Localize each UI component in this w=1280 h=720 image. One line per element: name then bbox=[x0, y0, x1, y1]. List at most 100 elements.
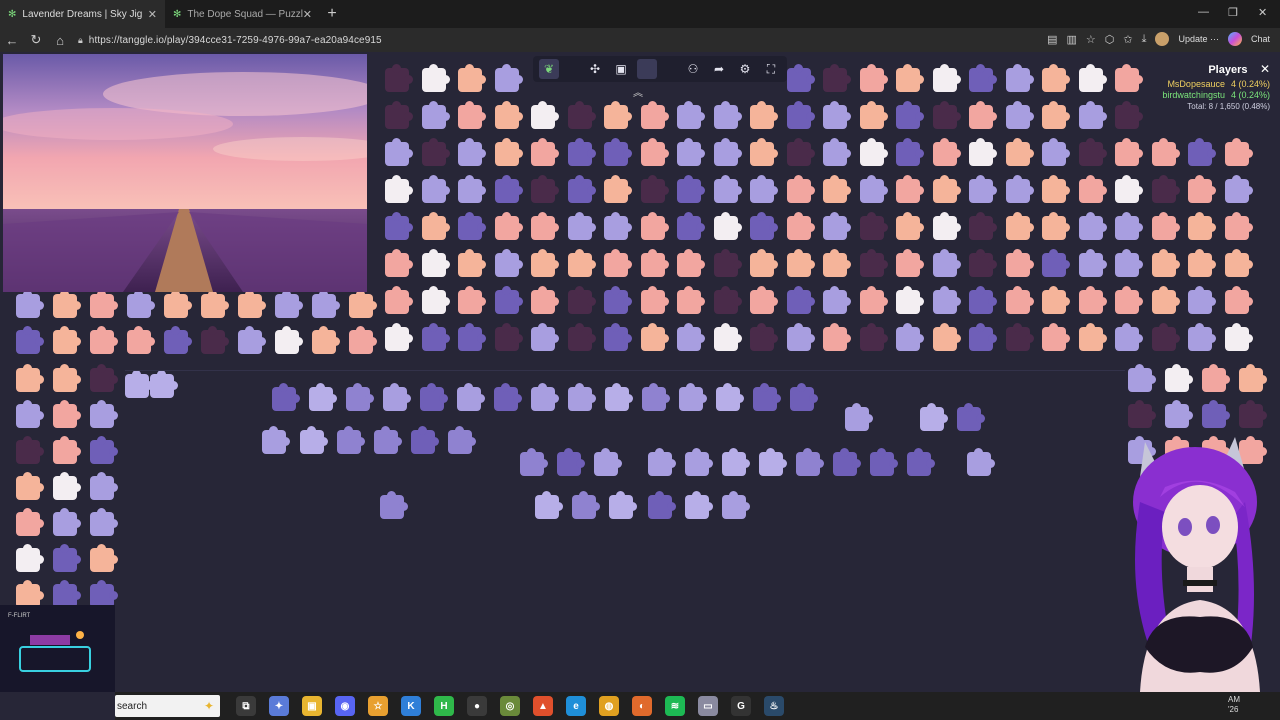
puzzle-piece[interactable] bbox=[374, 426, 402, 454]
puzzle-piece[interactable] bbox=[1115, 212, 1143, 240]
puzzle-piece[interactable] bbox=[275, 290, 303, 318]
puzzle-piece[interactable] bbox=[1165, 364, 1193, 392]
puzzle-piece[interactable] bbox=[494, 212, 523, 240]
puzzle-piece[interactable] bbox=[932, 175, 961, 203]
puzzle-piece[interactable] bbox=[421, 101, 450, 129]
puzzle-piece[interactable] bbox=[458, 323, 486, 351]
puzzle-piece[interactable] bbox=[604, 323, 632, 351]
puzzle-piece[interactable] bbox=[604, 138, 632, 166]
puzzle-piece[interactable] bbox=[713, 286, 742, 314]
puzzle-piece[interactable] bbox=[1188, 138, 1216, 166]
puzzle-piece[interactable] bbox=[896, 138, 924, 166]
copilot-icon[interactable]: ✦ bbox=[269, 696, 289, 716]
blank-icon[interactable] bbox=[637, 59, 657, 79]
puzzle-piece[interactable] bbox=[896, 101, 924, 129]
browser-tab-inactive[interactable]: ✻ The Dope Squad — Puzzles ✕ bbox=[165, 0, 320, 28]
puzzle-piece[interactable] bbox=[786, 101, 815, 129]
close-window-icon[interactable]: ✕ bbox=[1258, 6, 1267, 19]
puzzle-piece[interactable] bbox=[238, 326, 266, 354]
puzzle-piece[interactable] bbox=[1128, 364, 1156, 392]
puzzle-piece[interactable] bbox=[1224, 249, 1253, 277]
puzzle-piece[interactable] bbox=[421, 175, 450, 203]
puzzle-piece[interactable] bbox=[677, 175, 705, 203]
puzzle-piece[interactable] bbox=[349, 290, 377, 318]
puzzle-piece[interactable] bbox=[932, 212, 961, 240]
puzzle-piece[interactable] bbox=[421, 286, 450, 314]
puzzle-piece[interactable] bbox=[312, 326, 340, 354]
puzzle-piece[interactable] bbox=[640, 212, 669, 240]
puzzle-piece[interactable] bbox=[786, 323, 815, 351]
puzzle-piece[interactable] bbox=[458, 249, 486, 277]
favorite-star-icon[interactable]: ☆ bbox=[1086, 33, 1096, 46]
puzzle-piece[interactable] bbox=[238, 290, 266, 318]
puzzle-piece[interactable] bbox=[859, 138, 888, 166]
puzzle-piece[interactable] bbox=[640, 323, 669, 351]
puzzle-piece[interactable] bbox=[1042, 64, 1070, 92]
puzzle-piece[interactable] bbox=[1239, 400, 1267, 428]
puzzle-piece[interactable] bbox=[1078, 175, 1107, 203]
puzzle-piece[interactable] bbox=[531, 383, 559, 411]
puzzle-piece[interactable] bbox=[859, 101, 888, 129]
puzzle-piece[interactable] bbox=[1224, 212, 1253, 240]
close-tab-icon[interactable]: ✕ bbox=[148, 8, 157, 21]
puzzle-piece[interactable] bbox=[567, 286, 596, 314]
puzzle-piece[interactable] bbox=[1202, 364, 1230, 392]
puzzle-piece[interactable] bbox=[677, 249, 705, 277]
puzzle-piece[interactable] bbox=[420, 383, 448, 411]
puzzle-piece[interactable] bbox=[494, 323, 523, 351]
puzzle-piece[interactable] bbox=[16, 508, 44, 536]
puzzle-piece[interactable] bbox=[90, 400, 118, 428]
puzzle-piece[interactable] bbox=[557, 448, 585, 476]
puzzle-piece[interactable] bbox=[713, 212, 742, 240]
puzzle-piece[interactable] bbox=[494, 249, 523, 277]
puzzle-piece[interactable] bbox=[1078, 286, 1107, 314]
puzzle-piece[interactable] bbox=[1115, 138, 1143, 166]
puzzle-piece[interactable] bbox=[859, 212, 888, 240]
puzzle-piece[interactable] bbox=[957, 403, 985, 431]
puzzle-piece[interactable] bbox=[90, 364, 118, 392]
puzzle-piece[interactable] bbox=[1042, 249, 1070, 277]
puzzle-piece[interactable] bbox=[685, 448, 713, 476]
app-circle-icon[interactable]: ◎ bbox=[500, 696, 520, 716]
puzzle-piece[interactable] bbox=[346, 383, 374, 411]
puzzle-piece[interactable] bbox=[1005, 101, 1034, 129]
puzzle-piece[interactable] bbox=[1005, 64, 1034, 92]
star-app-icon[interactable]: ☆ bbox=[368, 696, 388, 716]
puzzle-piece[interactable] bbox=[750, 286, 778, 314]
puzzle-piece[interactable] bbox=[150, 370, 178, 398]
maximize-icon[interactable]: ❐ bbox=[1228, 6, 1238, 19]
browser-tab-active[interactable]: ✻ Lavender Dreams | Sky Jig ✕ bbox=[0, 0, 165, 28]
puzzle-piece[interactable] bbox=[750, 249, 778, 277]
puzzle-piece[interactable] bbox=[750, 175, 778, 203]
puzzle-piece[interactable] bbox=[16, 364, 44, 392]
puzzle-piece[interactable] bbox=[16, 400, 44, 428]
puzzle-piece[interactable] bbox=[53, 544, 81, 572]
task-view-icon[interactable]: ⧉ bbox=[236, 696, 256, 716]
puzzle-piece[interactable] bbox=[823, 175, 851, 203]
puzzle-piece[interactable] bbox=[1042, 101, 1070, 129]
puzzle-piece[interactable] bbox=[605, 383, 633, 411]
puzzle-piece[interactable] bbox=[1188, 212, 1216, 240]
puzzle-piece[interactable] bbox=[604, 212, 632, 240]
puzzle-piece[interactable] bbox=[823, 138, 851, 166]
puzzle-piece[interactable] bbox=[1005, 286, 1034, 314]
puzzle-piece[interactable] bbox=[640, 249, 669, 277]
puzzle-piece[interactable] bbox=[494, 175, 523, 203]
puzzle-piece[interactable] bbox=[1188, 286, 1216, 314]
puzzle-piece[interactable] bbox=[1078, 323, 1107, 351]
puzzle-piece[interactable] bbox=[567, 175, 596, 203]
puzzle-piece[interactable] bbox=[90, 436, 118, 464]
puzzle-piece[interactable] bbox=[786, 212, 815, 240]
puzzle-piece[interactable] bbox=[1151, 286, 1180, 314]
puzzle-piece[interactable] bbox=[494, 64, 523, 92]
puzzle-piece[interactable] bbox=[750, 138, 778, 166]
puzzle-piece[interactable] bbox=[127, 326, 155, 354]
puzzle-piece[interactable] bbox=[640, 138, 669, 166]
puzzle-piece[interactable] bbox=[969, 323, 997, 351]
puzzle-piece[interactable] bbox=[380, 491, 408, 519]
puzzle-piece[interactable] bbox=[648, 448, 676, 476]
puzzle-piece[interactable] bbox=[1151, 249, 1180, 277]
puzzle-piece[interactable] bbox=[383, 383, 411, 411]
puzzle-piece[interactable] bbox=[457, 383, 485, 411]
puzzle-piece[interactable] bbox=[604, 286, 632, 314]
